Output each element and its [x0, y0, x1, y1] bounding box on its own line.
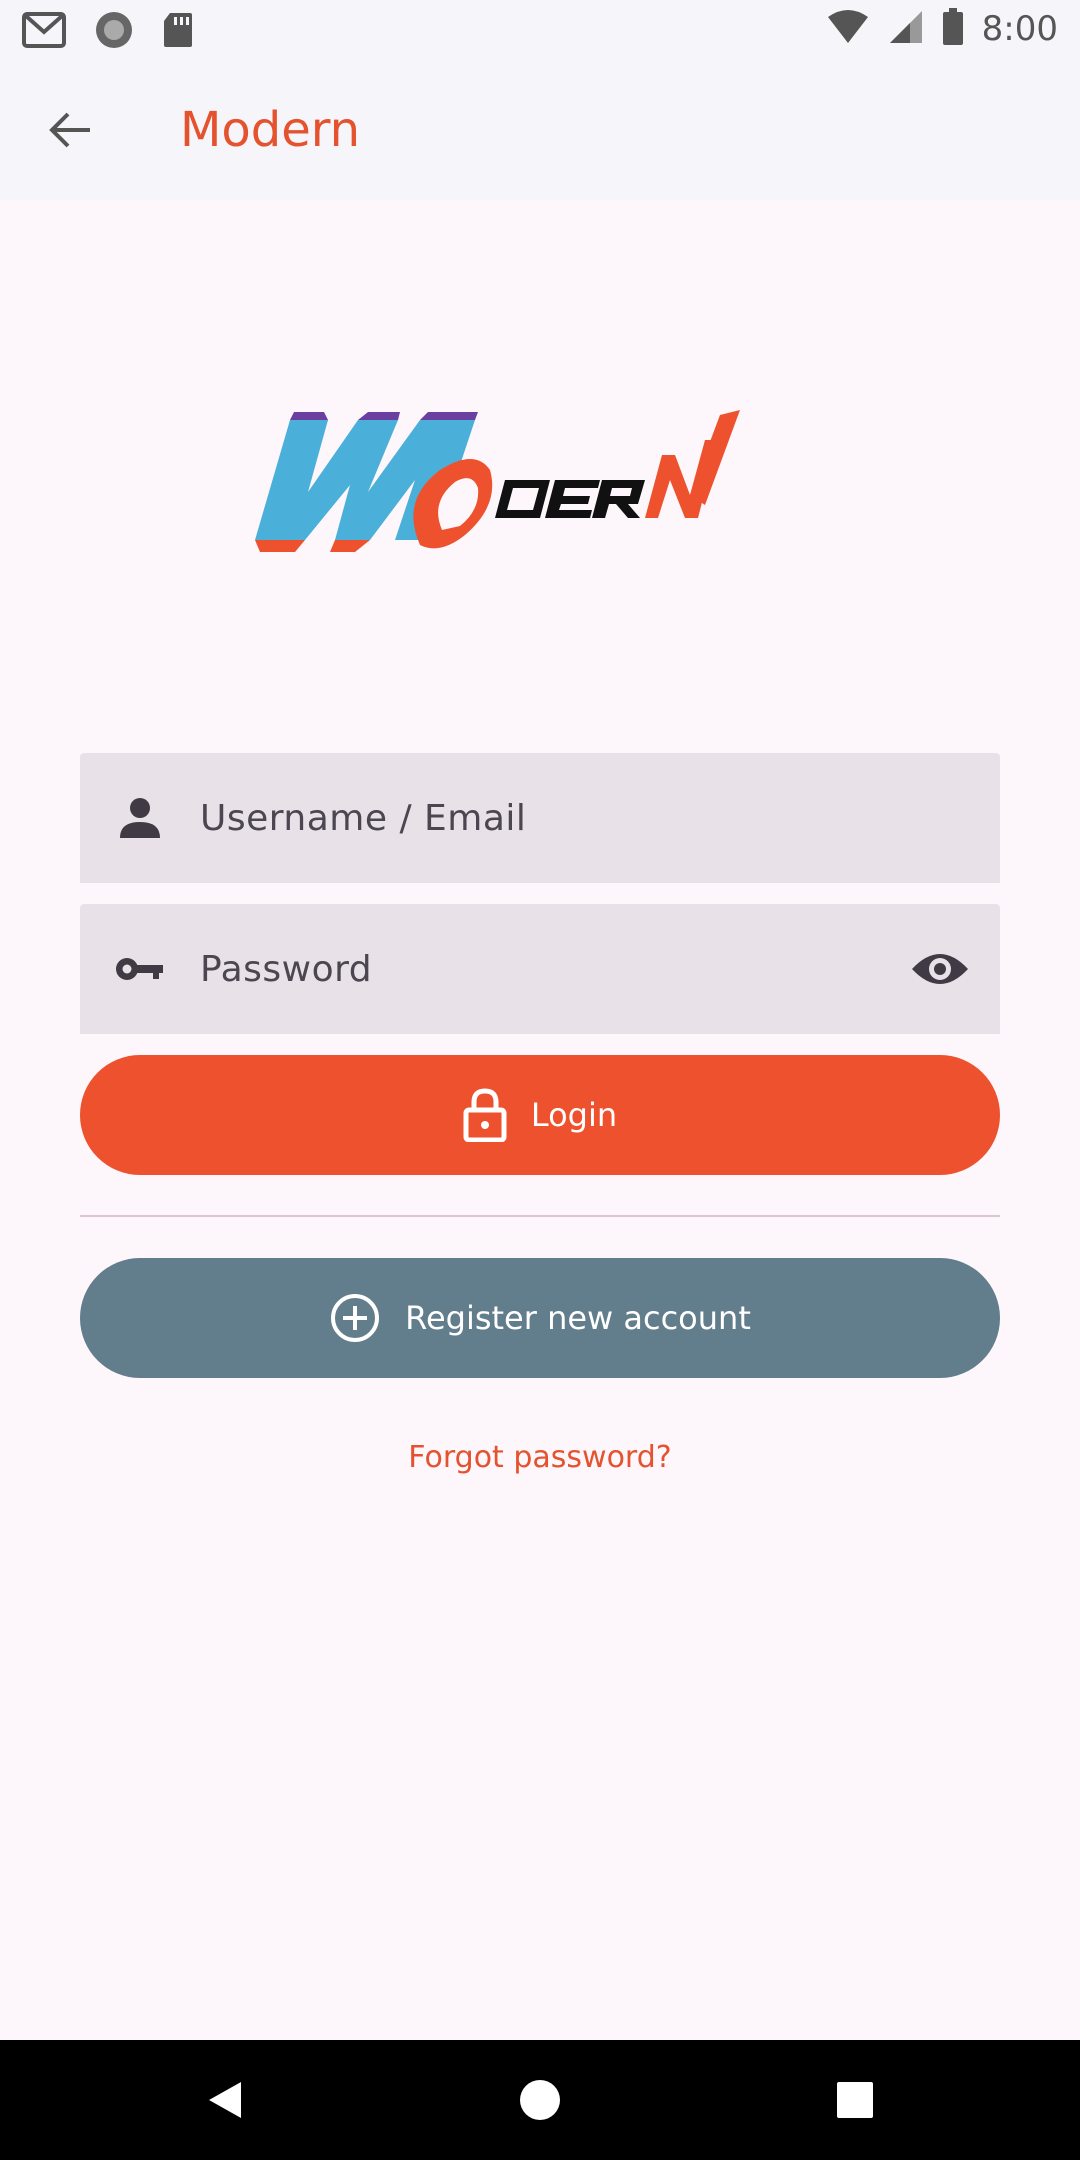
- lock-icon: [463, 1088, 507, 1142]
- nav-recents-icon: [837, 2082, 873, 2118]
- app-bar: Modern: [0, 60, 1080, 200]
- password-input[interactable]: [200, 904, 860, 1034]
- cell-signal-icon: [888, 9, 924, 49]
- register-button-label: Register new account: [405, 1299, 751, 1337]
- login-button[interactable]: Login: [80, 1055, 1000, 1175]
- wifi-icon: [826, 9, 870, 49]
- key-icon: [116, 958, 163, 980]
- toggle-password-visibility-button[interactable]: [910, 941, 970, 997]
- status-bar: 8:00: [0, 0, 1080, 60]
- forgot-password-link[interactable]: Forgot password?: [0, 1440, 1080, 1475]
- record-icon: [94, 10, 134, 54]
- modern-logo: [250, 410, 830, 560]
- divider: [80, 1215, 1000, 1217]
- register-button[interactable]: Register new account: [80, 1258, 1000, 1378]
- username-field[interactable]: [80, 753, 1000, 883]
- page-title: Modern: [180, 102, 361, 158]
- sd-card-icon: [162, 11, 194, 53]
- username-input[interactable]: [200, 753, 860, 883]
- arrow-back-icon: [49, 112, 90, 148]
- nav-back-icon: [209, 2082, 241, 2118]
- status-time: 8:00: [981, 9, 1058, 49]
- password-field[interactable]: [80, 904, 1000, 1034]
- gmail-icon: [22, 12, 66, 52]
- add-circle-icon: [331, 1294, 380, 1342]
- person-icon: [120, 798, 160, 838]
- battery-icon: [942, 8, 964, 50]
- back-button[interactable]: [36, 96, 104, 164]
- nav-home-button[interactable]: [510, 2070, 570, 2130]
- nav-home-icon: [520, 2080, 560, 2120]
- login-button-label: Login: [530, 1096, 618, 1134]
- nav-recents-button[interactable]: [825, 2070, 885, 2130]
- eye-icon: [912, 954, 968, 984]
- system-nav-bar: [0, 2040, 1080, 2160]
- nav-back-button[interactable]: [195, 2070, 255, 2130]
